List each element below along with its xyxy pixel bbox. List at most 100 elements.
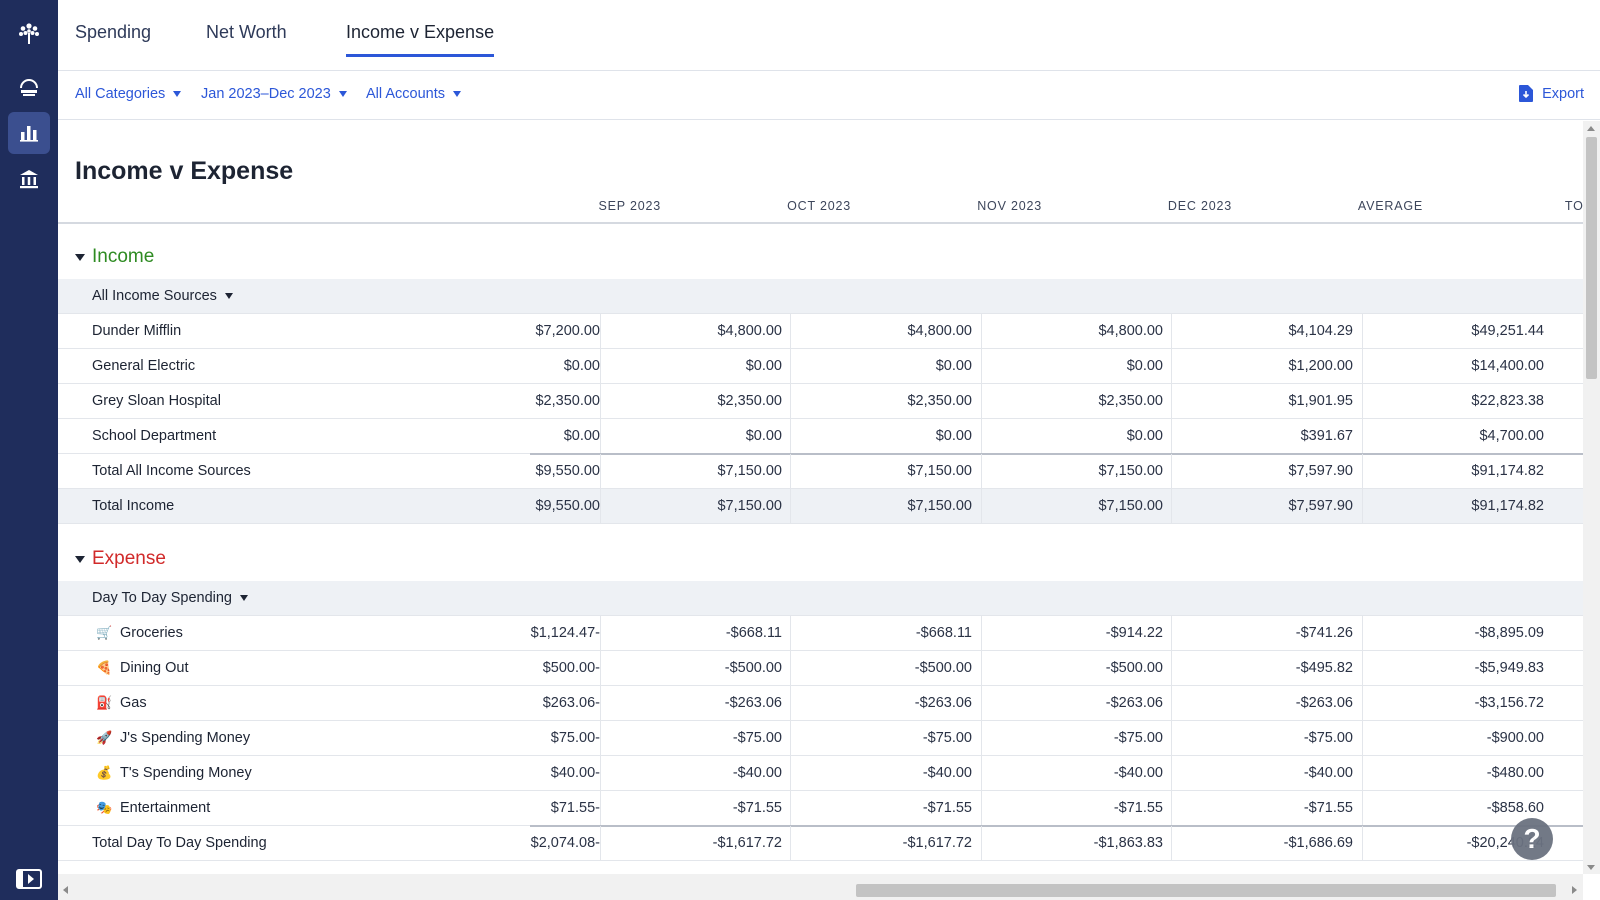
reports-chart-icon[interactable]: [8, 112, 50, 154]
dashboard-icon[interactable]: [8, 66, 50, 108]
table-row: 🎭 Entertainment -$71.55 -$71.55 -$71.55 -$71.…: [58, 791, 1583, 826]
column-divider: [1362, 721, 1363, 756]
tab-income-v-expense[interactable]: Income v Expense: [346, 22, 495, 57]
table-row-label: Entertainment: [120, 800, 211, 816]
value-cell: -$3,156.72: [1474, 695, 1544, 711]
value-cell: -$263.06: [542, 695, 600, 711]
column-header-nov-2023: NOV 2023: [977, 199, 1042, 213]
column-divider: [981, 651, 982, 686]
column-divider: [790, 384, 791, 419]
scroll-right-icon[interactable]: [1572, 886, 1577, 894]
table-row-label-wrap: 🍕 Dining Out: [92, 660, 189, 676]
value-cell: -$71.55: [922, 800, 972, 816]
column-divider: [1362, 616, 1363, 651]
export-button[interactable]: Export: [1519, 85, 1584, 102]
expense-section-toggle[interactable]: Expense: [75, 548, 166, 570]
column-divider: [1171, 454, 1172, 489]
table-row-label-wrap: ⛽ Gas: [92, 695, 147, 711]
value-cell: -$75.00: [922, 730, 972, 746]
sidebar-nav: [0, 0, 58, 900]
income-group-header-label-wrap[interactable]: All Income Sources: [92, 288, 233, 304]
rocket-icon: 🚀: [96, 730, 113, 745]
value-cell: -$75.00: [1303, 730, 1353, 746]
collapse-triangle-icon: [75, 555, 85, 563]
filter-bar: All Categories Jan 2023–Dec 2023 All Acc…: [58, 71, 1600, 120]
scroll-up-icon[interactable]: [1587, 126, 1595, 131]
table-row-label-wrap: Dunder Mifflin: [92, 323, 181, 339]
date-range-filter[interactable]: Jan 2023–Dec 2023: [201, 86, 347, 102]
column-divider: [1171, 651, 1172, 686]
income-group-header-label: All Income Sources: [92, 288, 217, 304]
vertical-scroll-thumb[interactable]: [1586, 137, 1597, 379]
tab-spending[interactable]: Spending: [75, 22, 151, 57]
value-cell: -$8,895.09: [1474, 625, 1544, 641]
column-divider: [1362, 651, 1363, 686]
table-row-label: Groceries: [120, 625, 183, 641]
expense-group-header[interactable]: Day To Day Spending: [58, 581, 1583, 616]
horizontal-scrollbar[interactable]: [58, 874, 1583, 900]
help-button[interactable]: ?: [1511, 818, 1553, 860]
column-divider: [981, 314, 982, 349]
income-group-header[interactable]: All Income Sources: [58, 279, 1583, 314]
column-divider: [1362, 826, 1363, 861]
value-cell: -$914.22: [1105, 625, 1163, 641]
value-cell: $7,150.00: [717, 463, 782, 479]
column-divider: [1171, 489, 1172, 524]
value-cell: -$900.00: [1486, 730, 1544, 746]
chevron-down-icon: [453, 91, 461, 97]
bank-icon[interactable]: [8, 158, 50, 200]
value-cell: $0.00: [745, 358, 782, 374]
column-divider: [1362, 454, 1363, 489]
table-row-label: School Department: [92, 428, 217, 444]
column-divider: [600, 419, 601, 454]
column-divider: [790, 721, 791, 756]
money-bag-icon: 💰: [96, 765, 113, 780]
pizza-icon: 🍕: [96, 660, 113, 675]
value-cell: -$741.26: [1295, 625, 1353, 641]
value-cell: $2,350.00: [717, 393, 782, 409]
report-title: Income v Expense: [75, 157, 294, 185]
value-cell: $1,901.95: [1288, 393, 1353, 409]
tree-logo-icon[interactable]: [8, 12, 50, 54]
column-divider: [981, 616, 982, 651]
income-total-row: Total Income $9,550.00 $7,150.00 $7,150.00 $…: [58, 489, 1583, 524]
value-cell: $7,150.00: [1098, 498, 1163, 514]
column-divider: [600, 454, 601, 489]
column-divider: [1171, 686, 1172, 721]
vertical-scrollbar[interactable]: [1583, 121, 1600, 874]
chevron-down-icon: [173, 91, 182, 97]
table-row-label: Gas: [120, 695, 147, 711]
accounts-filter[interactable]: All Accounts: [366, 86, 461, 102]
value-cell: -$5,949.83: [1474, 660, 1544, 676]
value-cell: -$263.06: [724, 695, 782, 711]
value-cell: -$500.00: [542, 660, 600, 676]
value-cell: -$1,686.69: [1283, 835, 1353, 851]
expense-group-header-label: Day To Day Spending: [92, 590, 232, 606]
column-divider: [790, 791, 791, 826]
horizontal-scroll-thumb[interactable]: [856, 884, 1556, 897]
column-header-average: AVERAGE: [1357, 199, 1423, 213]
value-cell: $91,174.82: [1471, 463, 1544, 479]
table-row-label: General Electric: [92, 358, 196, 374]
value-cell: $0.00: [935, 358, 972, 374]
income-total-row-label: Total Income: [92, 498, 175, 514]
collapse-sidebar-icon[interactable]: [16, 869, 42, 894]
column-divider: [600, 489, 601, 524]
income-section-toggle[interactable]: Income: [75, 246, 154, 268]
value-cell: -$1,617.72: [712, 835, 782, 851]
expense-group-header-label-wrap[interactable]: Day To Day Spending: [92, 590, 248, 606]
value-cell: $9,550.00: [535, 463, 600, 479]
value-cell: -$71.55: [1113, 800, 1163, 816]
tab-net-worth[interactable]: Net Worth: [206, 22, 287, 57]
scroll-down-icon[interactable]: [1587, 865, 1595, 870]
column-divider: [1362, 686, 1363, 721]
table-row-label: J's Spending Money: [120, 730, 251, 746]
scroll-left-icon[interactable]: [63, 886, 68, 894]
value-cell: -$500.00: [724, 660, 782, 676]
column-divider: [1362, 791, 1363, 826]
table-row-label-wrap: Grey Sloan Hospital: [92, 393, 221, 409]
column-divider: [790, 686, 791, 721]
categories-filter[interactable]: All Categories: [75, 86, 182, 102]
accounts-filter-label: All Accounts: [366, 86, 445, 102]
column-divider: [1171, 419, 1172, 454]
